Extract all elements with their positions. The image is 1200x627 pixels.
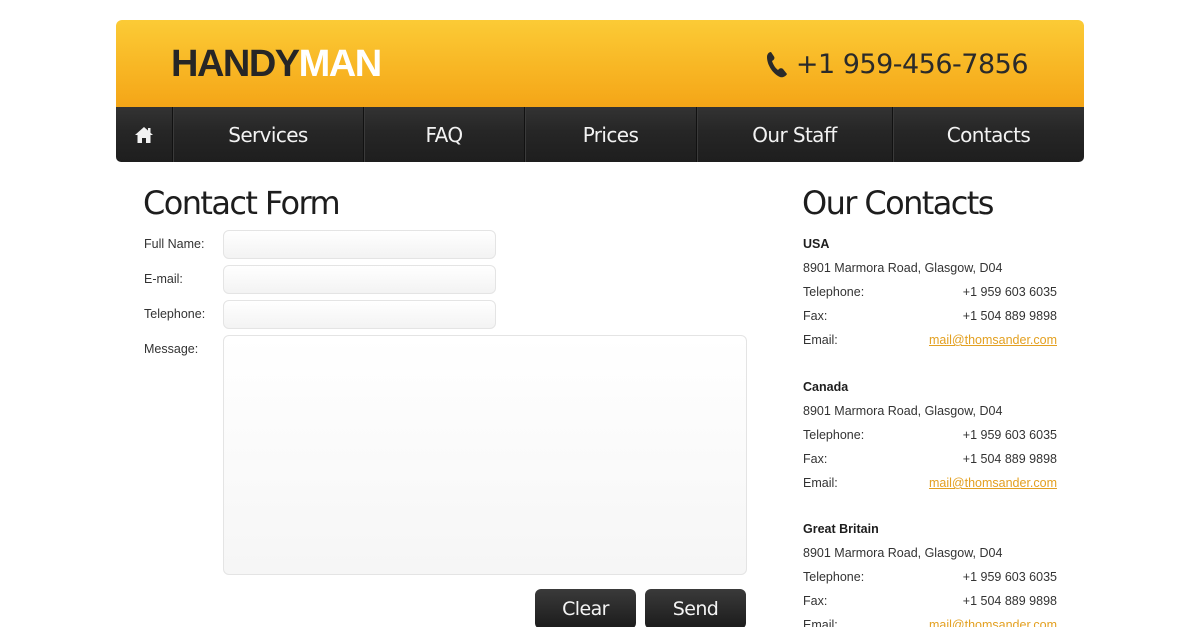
telephone-label: Telephone: (144, 307, 206, 321)
telephone-label: Telephone: (803, 570, 865, 584)
message-label: Message: (144, 342, 199, 356)
email-row: Email: mail@thomsander.com (803, 333, 1057, 357)
phone-number: +1 959-456-7856 (795, 48, 1029, 80)
logo-handy: HANDY (171, 43, 300, 85)
full-name-input[interactable] (223, 230, 496, 259)
region-name: Canada (803, 380, 849, 394)
email-label: Email: (803, 476, 838, 490)
fax-row: Fax: +1 504 889 9898 (803, 452, 1057, 476)
address-row: 8901 Marmora Road, Glasgow, D04 (803, 261, 1057, 285)
fax-row: Fax: +1 504 889 9898 (803, 594, 1057, 618)
fax-label: Fax: (803, 452, 828, 466)
telephone-row: Telephone: +1 959 603 6035 (803, 285, 1057, 309)
clear-button[interactable]: Clear (535, 589, 636, 627)
home-icon (134, 126, 154, 144)
telephone-row: Telephone: +1 959 603 6035 (803, 570, 1057, 594)
main-nav: Services FAQ Prices Our Staff Contacts (116, 107, 1084, 162)
region-name: USA (803, 237, 830, 251)
email-row: Email: mail@thomsander.com (803, 476, 1057, 500)
fax-label: Fax: (803, 594, 828, 608)
telephone-value: +1 959 603 6035 (962, 428, 1057, 442)
phone-icon (766, 50, 788, 78)
nav-contacts[interactable]: Contacts (892, 107, 1084, 162)
fax-value: +1 504 889 9898 (962, 309, 1057, 323)
fax-label: Fax: (803, 309, 828, 323)
send-button[interactable]: Send (645, 589, 746, 627)
contact-block-canada: Canada 8901 Marmora Road, Glasgow, D04 T… (803, 380, 1057, 500)
fax-value: +1 504 889 9898 (962, 452, 1057, 466)
contact-block-usa: USA 8901 Marmora Road, Glasgow, D04 Tele… (803, 237, 1057, 357)
email-label: Email: (803, 618, 838, 627)
header-phone: +1 959-456-7856 (766, 46, 1029, 82)
telephone-row: Telephone: +1 959 603 6035 (803, 428, 1057, 452)
logo-man: MAN (298, 43, 383, 85)
email-row: Email: mail@thomsander.com (803, 618, 1057, 627)
telephone-value: +1 959 603 6035 (962, 285, 1057, 299)
fax-value: +1 504 889 9898 (962, 594, 1057, 608)
email-label: Email: (803, 333, 838, 347)
nav-our-staff[interactable]: Our Staff (696, 107, 892, 162)
region-name: Great Britain (803, 522, 879, 536)
fax-row: Fax: +1 504 889 9898 (803, 309, 1057, 333)
address-row: 8901 Marmora Road, Glasgow, D04 (803, 546, 1057, 570)
telephone-value: +1 959 603 6035 (962, 570, 1057, 584)
address-text: 8901 Marmora Road, Glasgow, D04 (803, 261, 1003, 275)
nav-home[interactable] (116, 107, 172, 162)
nav-services[interactable]: Services (172, 107, 363, 162)
email-link[interactable]: mail@thomsander.com (929, 333, 1057, 348)
email-link[interactable]: mail@thomsander.com (929, 618, 1057, 627)
email-link[interactable]: mail@thomsander.com (929, 476, 1057, 491)
site-logo[interactable]: HANDYMAN (171, 43, 383, 85)
telephone-label: Telephone: (803, 428, 865, 442)
site-header: HANDYMAN +1 959-456-7856 (116, 20, 1084, 108)
telephone-input[interactable] (223, 300, 496, 329)
nav-faq[interactable]: FAQ (363, 107, 524, 162)
email-label: E-mail: (144, 272, 183, 286)
contact-block-great-britain: Great Britain 8901 Marmora Road, Glasgow… (803, 522, 1057, 627)
address-text: 8901 Marmora Road, Glasgow, D04 (803, 404, 1003, 418)
email-input[interactable] (223, 265, 496, 294)
message-textarea[interactable] (223, 335, 747, 575)
our-contacts-title: Our Contacts (802, 184, 994, 222)
address-row: 8901 Marmora Road, Glasgow, D04 (803, 404, 1057, 428)
full-name-label: Full Name: (144, 237, 205, 251)
contact-form-title: Contact Form (143, 184, 341, 222)
nav-prices[interactable]: Prices (524, 107, 696, 162)
telephone-label: Telephone: (803, 285, 865, 299)
address-text: 8901 Marmora Road, Glasgow, D04 (803, 546, 1003, 560)
